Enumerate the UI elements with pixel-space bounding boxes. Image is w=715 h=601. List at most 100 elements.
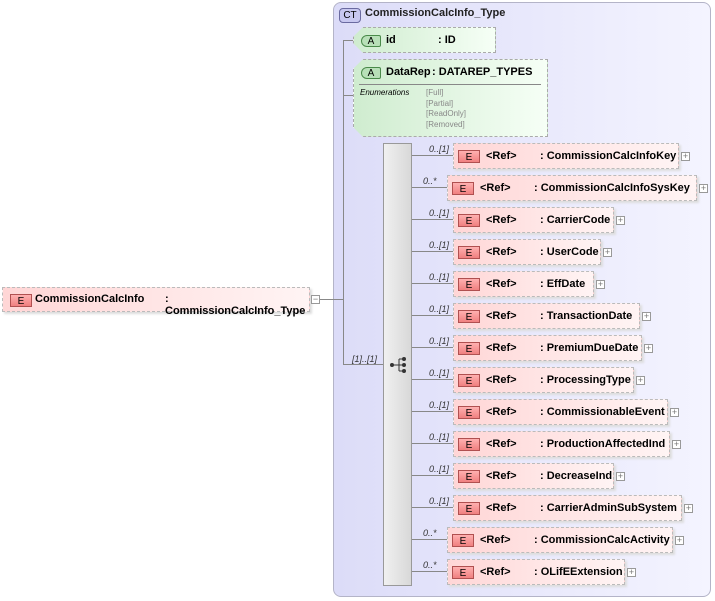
enumeration-value: [ReadOnly] [426,109,467,118]
expand-plus-icon[interactable]: + [684,504,693,513]
sequence-cardinality: [1]..[1] [352,354,378,364]
expand-plus-icon[interactable]: + [596,280,605,289]
connector [343,95,353,96]
element-type: : PremiumDueDate [540,342,639,354]
attribute-name: DataRep [386,66,431,78]
element-box[interactable]: E <Ref> : CarrierCode [453,207,614,233]
element-ref: <Ref> [480,566,511,578]
element-cardinality: 0..[1] [429,336,450,346]
element-badge: E [458,246,480,259]
element-ref: <Ref> [480,534,511,546]
element-type: : CarrierCode [540,214,611,226]
attribute-name: id [386,34,396,46]
expand-plus-icon[interactable]: + [636,376,645,385]
element-badge: E [458,278,480,291]
expand-plus-icon[interactable]: + [670,408,679,417]
element-cardinality: 0..[1] [429,304,450,314]
element-cardinality: 0..* [423,560,437,570]
enumerations-label: Enumerations [360,88,410,97]
enumeration-value: [Full] [426,88,444,97]
complex-type-title: CommissionCalcInfo_Type [365,7,506,19]
connector [412,251,453,252]
connector [412,315,453,316]
connector [412,219,453,220]
enumeration-value: [Removed] [426,119,465,129]
element-cardinality: 0..[1] [429,144,450,154]
element-box[interactable]: E <Ref> : PremiumDueDate [453,335,642,361]
element-cardinality: 0..* [423,528,437,538]
element-badge: E [10,294,32,307]
expand-plus-icon[interactable]: + [675,536,684,545]
root-element[interactable]: E CommissionCalcInfo : CommissionCalcInf… [2,287,310,317]
element-badge: E [458,438,480,451]
element-badge: E [458,342,480,355]
expand-plus-icon[interactable]: + [616,472,625,481]
expand-plus-icon[interactable]: + [672,440,681,449]
expand-plus-icon[interactable]: + [603,248,612,257]
element-box[interactable]: E <Ref> : CommissionCalcInfoKey [453,143,679,169]
expand-plus-icon[interactable]: + [644,344,653,353]
element-type: : EffDate [540,278,586,290]
attribute-id[interactable]: A id : ID [353,27,496,53]
connector [412,443,453,444]
element-cardinality: 0..[1] [429,432,450,442]
element-badge: E [458,310,480,323]
expand-plus-icon[interactable]: + [699,184,708,193]
element-ref: <Ref> [486,342,517,354]
element-badge: E [452,566,474,579]
element-ref: <Ref> [486,374,517,386]
element-type: : CommissionCalcInfoKey [540,150,677,162]
connector [412,379,453,380]
element-box[interactable]: E <Ref> : CarrierAdminSubSystem [453,495,682,521]
element-badge: E [458,502,480,515]
element-ref: <Ref> [480,182,511,194]
element-box[interactable]: E <Ref> : CommissionableEvent [453,399,668,425]
element-box[interactable]: E <Ref> : UserCode [453,239,601,265]
element-type: : CommissionCalcActivity [534,534,670,546]
element-ref: <Ref> [486,278,517,290]
element-type: : ProductionAffectedInd [540,438,666,450]
element-type: : DecreaseInd [540,470,613,482]
expand-plus-icon[interactable]: + [616,216,625,225]
expand-plus-icon[interactable]: + [681,152,690,161]
connector [412,571,447,572]
element-type: : UserCode [540,246,599,258]
element-cardinality: 0..[1] [429,208,450,218]
element-badge: E [458,374,480,387]
connector [412,411,453,412]
divider [359,84,541,85]
element-box[interactable]: E <Ref> : CommissionCalcActivity [447,527,673,553]
element-box[interactable]: E <Ref> : ProcessingType [453,367,634,393]
element-box[interactable]: E <Ref> : OLifEExtension [447,559,625,585]
connector [412,539,447,540]
element-cardinality: 0..[1] [429,496,450,506]
element-ref: <Ref> [486,438,517,450]
sequence-icon[interactable] [389,356,409,374]
attribute-badge: A [361,67,381,79]
complex-type-badge: CT [339,8,361,23]
element-badge: E [452,534,474,547]
attribute-datarep[interactable]: A DataRep : DATAREP_TYPES Enumerations [… [353,59,548,137]
element-ref: <Ref> [486,246,517,258]
minus-box-icon[interactable]: − [311,295,320,304]
element-cardinality: 0..[1] [429,400,450,410]
element-ref: <Ref> [486,310,517,322]
element-box[interactable]: E <Ref> : EffDate [453,271,594,297]
element-box[interactable]: E <Ref> : ProductionAffectedInd [453,431,670,457]
element-badge: E [458,150,480,163]
connector [412,507,453,508]
element-box[interactable]: E <Ref> : CommissionCalcInfoSysKey [447,175,697,201]
connector [320,299,333,300]
connector [333,299,343,300]
element-badge: E [458,214,480,227]
expand-plus-icon[interactable]: + [642,312,651,321]
element-ref: <Ref> [486,150,517,162]
expand-plus-icon[interactable]: + [627,568,636,577]
element-badge: E [452,182,474,195]
element-box[interactable]: E <Ref> : TransactionDate [453,303,640,329]
element-box[interactable]: E <Ref> : DecreaseInd [453,463,614,489]
connector [412,283,453,284]
element-type: : TransactionDate [540,310,633,322]
element-ref: <Ref> [486,214,517,226]
element-cardinality: 0..[1] [429,368,450,378]
